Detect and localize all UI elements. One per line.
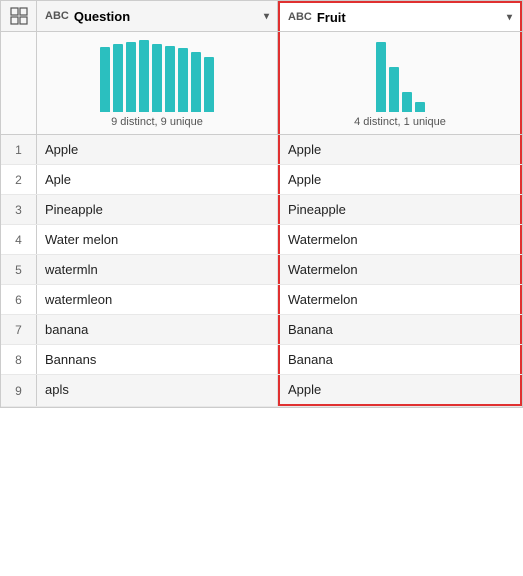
bar-8 — [191, 52, 201, 112]
row-num-9: 9 — [1, 375, 37, 406]
table-row: 3 Pineapple Pineapple — [1, 195, 522, 225]
table-row: 7 banana Banana — [1, 315, 522, 345]
row-num-1: 1 — [1, 135, 37, 164]
fruit-column-header[interactable]: ABC Fruit ▾ — [278, 1, 522, 31]
question-cell-5: watermln — [37, 255, 278, 284]
row-num-8: 8 — [1, 345, 37, 374]
grid-icon-cell — [1, 1, 37, 31]
question-cell-4: Water melon — [37, 225, 278, 254]
fruit-bar-1 — [376, 42, 386, 112]
grid-icon — [10, 7, 28, 25]
fruit-chart-cell: 4 distinct, 1 unique — [278, 32, 522, 134]
question-chart-cell: 9 distinct, 9 unique — [37, 32, 278, 134]
chart-row: 9 distinct, 9 unique 4 distinct, 1 uniqu… — [1, 32, 522, 135]
table-row: 1 Apple Apple — [1, 135, 522, 165]
fruit-bar-chart — [376, 42, 425, 112]
question-bar-chart — [100, 42, 214, 112]
bar-4 — [139, 40, 149, 112]
fruit-cell-3: Pineapple — [278, 195, 522, 224]
fruit-dropdown-icon[interactable]: ▾ — [507, 12, 512, 23]
row-num-4: 4 — [1, 225, 37, 254]
table-row: 5 watermln Watermelon — [1, 255, 522, 285]
fruit-cell-4: Watermelon — [278, 225, 522, 254]
table-row: 2 Aple Apple — [1, 165, 522, 195]
table-row: 9 apls Apple — [1, 375, 522, 407]
fruit-cell-5: Watermelon — [278, 255, 522, 284]
table-row: 4 Water melon Watermelon — [1, 225, 522, 255]
question-cell-3: Pineapple — [37, 195, 278, 224]
fruit-bar-2 — [389, 67, 399, 112]
question-cell-6: watermleon — [37, 285, 278, 314]
bar-5 — [152, 44, 162, 112]
row-num-5: 5 — [1, 255, 37, 284]
header-row: ABC Question ▾ ABC Fruit ▾ — [1, 1, 522, 32]
fruit-bar-4 — [415, 102, 425, 112]
question-cell-9: apls — [37, 375, 278, 406]
row-num-2: 2 — [1, 165, 37, 194]
question-chart-label: 9 distinct, 9 unique — [111, 116, 203, 128]
fruit-chart-label: 4 distinct, 1 unique — [354, 116, 446, 128]
bar-1 — [100, 47, 110, 112]
fruit-header-label: Fruit — [317, 10, 502, 25]
question-cell-8: Bannans — [37, 345, 278, 374]
fruit-cell-6: Watermelon — [278, 285, 522, 314]
fruit-cell-1: Apple — [278, 135, 522, 164]
table-row: 8 Bannans Banana — [1, 345, 522, 375]
row-num-7: 7 — [1, 315, 37, 344]
chart-row-num — [1, 32, 37, 134]
fruit-cell-7: Banana — [278, 315, 522, 344]
table-row: 6 watermleon Watermelon — [1, 285, 522, 315]
bar-2 — [113, 44, 123, 112]
question-cell-1: Apple — [37, 135, 278, 164]
row-num-6: 6 — [1, 285, 37, 314]
bar-7 — [178, 48, 188, 112]
question-dropdown-icon[interactable]: ▾ — [264, 11, 269, 22]
question-cell-7: banana — [37, 315, 278, 344]
row-num-3: 3 — [1, 195, 37, 224]
bar-9 — [204, 57, 214, 112]
question-cell-2: Aple — [37, 165, 278, 194]
question-header-label: Question — [74, 9, 259, 24]
question-type-icon: ABC — [45, 10, 69, 22]
fruit-cell-9: Apple — [278, 375, 522, 406]
bar-6 — [165, 46, 175, 112]
bar-3 — [126, 42, 136, 112]
fruit-bar-3 — [402, 92, 412, 112]
fruit-type-icon: ABC — [288, 11, 312, 23]
data-table: ABC Question ▾ ABC Fruit ▾ 9 disti — [0, 0, 523, 408]
fruit-cell-8: Banana — [278, 345, 522, 374]
fruit-cell-2: Apple — [278, 165, 522, 194]
question-column-header[interactable]: ABC Question ▾ — [37, 1, 278, 31]
